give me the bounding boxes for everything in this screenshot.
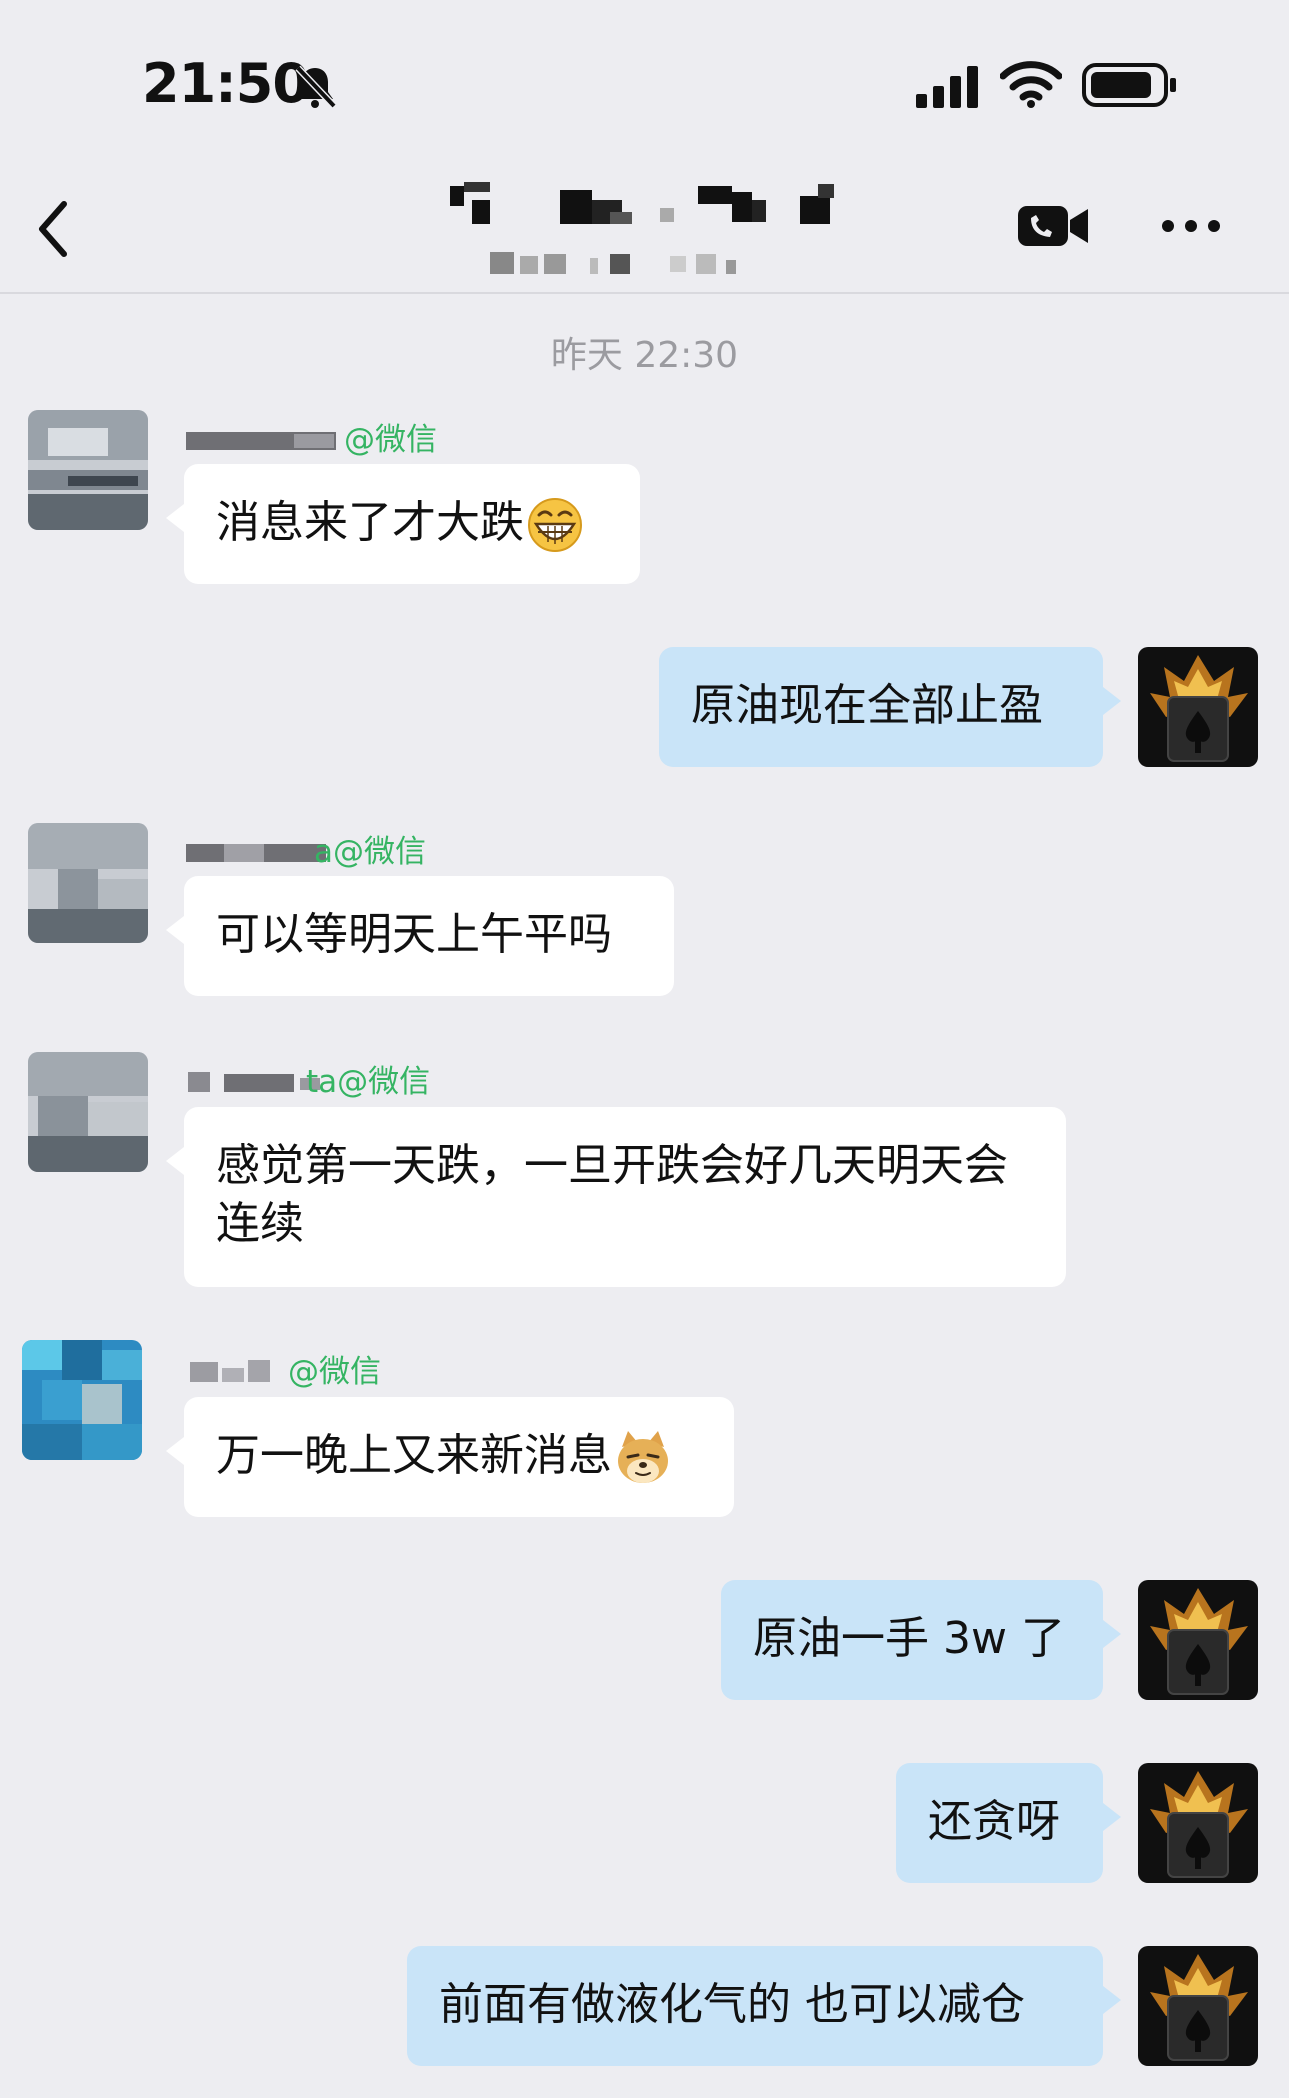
- more-icon[interactable]: [1160, 216, 1222, 236]
- message-text: 消息来了才大跌: [216, 497, 524, 548]
- avatar[interactable]: [28, 823, 148, 943]
- message-bubble-outgoing[interactable]: 还贪呀: [896, 1763, 1121, 1883]
- message-bubble-outgoing[interactable]: 原油一手 3w 了: [721, 1580, 1121, 1700]
- message-bubble-incoming[interactable]: 消息来了才大跌: [166, 464, 640, 584]
- avatar[interactable]: [28, 1052, 148, 1172]
- message-text: 万一晚上又来新消息: [216, 1430, 612, 1481]
- my-avatar[interactable]: [1138, 1946, 1258, 2066]
- mute-bell-icon: [295, 65, 337, 109]
- message-text: 可以等明天上午平吗: [216, 909, 612, 960]
- message-text: 原油现在全部止盈: [691, 680, 1043, 731]
- message-bubble-incoming[interactable]: 万一晚上又来新消息: [166, 1397, 734, 1517]
- my-avatar[interactable]: [1138, 647, 1258, 767]
- message-text: 还贪呀: [928, 1796, 1060, 1847]
- message-text: 感觉第一天跌，一旦开跌会好几天明天会连续: [216, 1140, 1008, 1249]
- back-icon[interactable]: [30, 198, 80, 260]
- message-bubble-incoming[interactable]: 感觉第一天跌，一旦开跌会好几天明天会连续: [166, 1107, 1066, 1287]
- chat-header: [0, 150, 1289, 294]
- my-avatar[interactable]: [1138, 1580, 1258, 1700]
- message-text: 前面有做液化气的 也可以减仓: [439, 1979, 1025, 2030]
- chat-timestamp: 昨天 22:30: [550, 335, 739, 376]
- video-call-icon[interactable]: [1016, 202, 1090, 250]
- battery-icon: [1082, 63, 1176, 107]
- message-bubble-incoming[interactable]: 可以等明天上午平吗: [166, 876, 674, 996]
- message-bubble-outgoing[interactable]: 原油现在全部止盈: [659, 647, 1121, 767]
- message-bubble-outgoing[interactable]: 前面有做液化气的 也可以减仓: [407, 1946, 1121, 2066]
- chat-title-redacted: [450, 178, 850, 234]
- message-text: 原油一手 3w 了: [753, 1613, 1065, 1664]
- status-time: 21:50: [142, 52, 310, 115]
- signal-icon: [916, 66, 978, 108]
- avatar[interactable]: [22, 1340, 142, 1460]
- grinning-face-icon: [528, 498, 582, 552]
- avatar[interactable]: [28, 410, 148, 530]
- status-bar: 21:50: [0, 0, 1289, 150]
- my-avatar[interactable]: [1138, 1763, 1258, 1883]
- wifi-icon: [1000, 61, 1062, 108]
- doge-icon: [618, 1431, 668, 1483]
- chat-subtitle-redacted: [490, 244, 790, 280]
